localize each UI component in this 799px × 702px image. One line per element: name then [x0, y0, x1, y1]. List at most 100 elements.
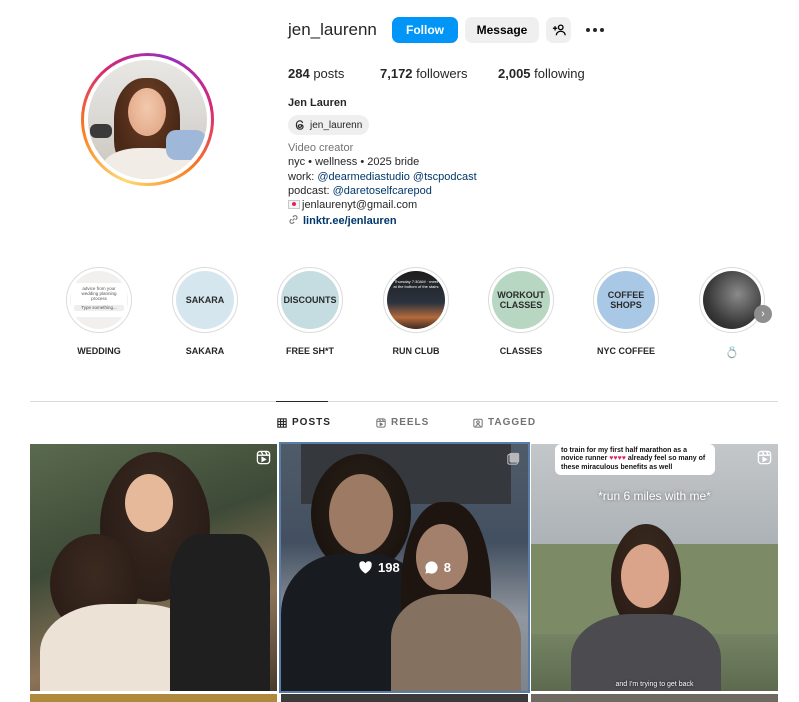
highlight-ring: SAKARA: [172, 267, 238, 333]
love-letter-icon: [288, 200, 300, 209]
posts-label: posts: [309, 66, 345, 81]
bio-work-link-dearmediastudio[interactable]: @dearmediastudio: [317, 171, 410, 183]
tagged-icon: [473, 418, 483, 428]
tab-label: REELS: [391, 417, 430, 428]
bio-line-podcast: podcast: @daretoselfcarepod: [288, 185, 432, 197]
bio-line-work: work: @dearmediastudio @tscpodcast: [288, 171, 477, 183]
threads-icon: [295, 120, 304, 130]
highlight-cover: COFFEE SHOPS: [597, 271, 655, 329]
following-stat[interactable]: 2,005 following: [498, 66, 585, 81]
bio-podcast-link[interactable]: @daretoselfcarepod: [333, 185, 432, 197]
add-user-icon: [552, 24, 566, 36]
highlight-cover: WORKOUT CLASSES: [492, 271, 550, 329]
highlight-question-text: advice from your wedding planning proces…: [81, 286, 117, 302]
avatar-inner: [84, 56, 211, 183]
post-thumbnail[interactable]: to train for my first half marathon as a…: [531, 444, 778, 691]
bio-work-link-tscpodcast[interactable]: @tscpodcast: [413, 171, 477, 183]
highlight-ring: [699, 267, 765, 333]
tab-tagged[interactable]: TAGGED: [473, 417, 536, 428]
highlight-label: FREE SH*T: [285, 346, 334, 356]
post-subtitle: and I'm trying to get back: [615, 681, 694, 688]
highlight-free-stuff[interactable]: DISCOUNTS FREE SH*T: [277, 267, 343, 356]
microphone-icon: [90, 124, 112, 138]
post-thumbnail-partial[interactable]: [30, 694, 277, 702]
more-icon: [586, 28, 590, 32]
tab-label: TAGGED: [488, 417, 537, 428]
following-label: following: [530, 66, 585, 81]
highlights-next-button[interactable]: ›: [754, 305, 772, 323]
post-figure: [170, 534, 270, 691]
message-button[interactable]: Message: [465, 17, 539, 43]
posts-stat: 284 posts: [288, 66, 344, 81]
post-thumbnail-hovered[interactable]: 198 8: [279, 442, 530, 693]
more-options-button[interactable]: [584, 22, 606, 38]
followers-label: followers: [412, 66, 468, 81]
post-hover-overlay: 198 8: [281, 444, 528, 691]
bio-line-location: nyc • wellness • 2025 bride: [288, 156, 420, 168]
posts-count: 284: [288, 66, 310, 81]
avatar-face: [128, 88, 166, 136]
highlight-ring-emoji[interactable]: 💍: [699, 267, 765, 359]
highlight-nyc-coffee[interactable]: COFFEE SHOPS NYC COFFEE: [593, 267, 659, 356]
highlight-sakara[interactable]: SAKARA SAKARA: [172, 267, 238, 356]
likes-count: 198: [378, 560, 400, 575]
tab-label: POSTS: [292, 417, 331, 428]
threads-handle: jen_laurenn: [310, 119, 363, 131]
highlight-label: SAKARA: [185, 346, 225, 356]
tabs-divider: [30, 401, 778, 402]
followers-stat[interactable]: 7,172 followers: [380, 66, 467, 81]
avatar: [88, 60, 207, 179]
tab-posts[interactable]: POSTS: [277, 417, 331, 428]
link-icon: [289, 215, 298, 224]
comments-count: 8: [443, 560, 451, 575]
highlight-cover: [703, 271, 761, 329]
highlight-ring: advice from your wedding planning proces…: [66, 267, 132, 333]
highlight-cover: DISCOUNTS: [281, 271, 339, 329]
bio-podcast-prefix: podcast:: [288, 185, 333, 197]
highlight-ring: DISCOUNTS: [277, 267, 343, 333]
followers-count: 7,172: [380, 66, 413, 81]
grid-icon: [277, 417, 287, 428]
highlight-label: CLASSES: [499, 346, 543, 356]
highlight-wedding[interactable]: advice from your wedding planning proces…: [66, 267, 132, 356]
reel-icon: [256, 450, 271, 465]
post-figure: [125, 474, 173, 532]
reels-icon: [376, 417, 386, 428]
profile-username: jen_laurenn: [288, 20, 377, 39]
bio-work-prefix: work:: [288, 171, 318, 183]
highlight-question-input: Type something...: [74, 304, 124, 311]
follow-button[interactable]: Follow: [392, 17, 458, 43]
highlight-cover: SAKARA: [176, 271, 234, 329]
highlight-classes[interactable]: WORKOUT CLASSES CLASSES: [488, 267, 554, 356]
bio-email: jenlaurenyt@gmail.com: [302, 199, 418, 211]
bio-external-link[interactable]: linktr.ee/jenlauren: [288, 214, 397, 227]
highlight-label: WEDDING: [77, 346, 121, 356]
avatar-sleeve: [166, 130, 206, 160]
highlight-question-card: advice from your wedding planning proces…: [71, 283, 127, 317]
post-thumbnail-partial[interactable]: [281, 694, 528, 702]
following-count: 2,005: [498, 66, 531, 81]
heart-icon: [359, 561, 372, 574]
highlight-cover: advice from your wedding planning proces…: [70, 271, 128, 329]
highlight-cover: Thursday 7:30AM · meet at the bottom of …: [387, 271, 445, 329]
post-figure: [621, 544, 669, 608]
post-caption-box: to train for my first half marathon as a…: [555, 444, 715, 476]
suggested-accounts-button[interactable]: [546, 17, 571, 43]
highlight-run-club[interactable]: Thursday 7:30AM · meet at the bottom of …: [383, 267, 449, 356]
highlight-ring: WORKOUT CLASSES: [488, 267, 554, 333]
profile-avatar-story-ring[interactable]: [81, 53, 214, 186]
post-thumbnail-partial[interactable]: [531, 694, 778, 702]
threads-badge[interactable]: jen_laurenn: [288, 115, 370, 135]
highlight-ring: COFFEE SHOPS: [593, 267, 659, 333]
bio-link-text: linktr.ee/jenlauren: [303, 215, 397, 227]
highlight-label: RUN CLUB: [392, 346, 440, 356]
hearts-emoji: ♥♥♥♥: [609, 455, 626, 463]
tab-reels[interactable]: REELS: [376, 417, 429, 428]
comment-icon: [425, 561, 438, 574]
likes-stat: 198: [358, 560, 400, 575]
comments-stat: 8: [424, 560, 451, 575]
chevron-right-icon: ›: [761, 308, 765, 320]
active-tab-indicator: [276, 401, 328, 402]
highlight-cover-text: Thursday 7:30AM · meet at the bottom of …: [393, 279, 439, 290]
post-thumbnail[interactable]: [30, 444, 277, 691]
